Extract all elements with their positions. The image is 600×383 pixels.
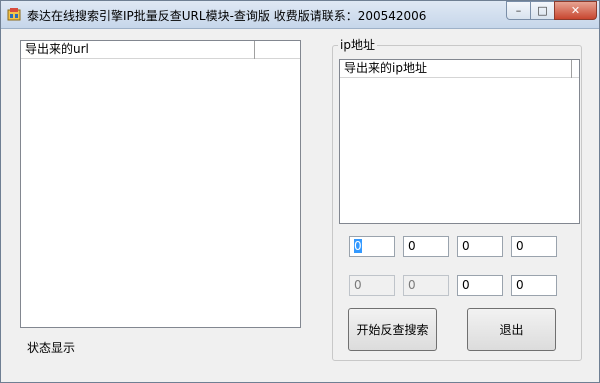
ip-list[interactable]: 导出来的ip地址 — [339, 59, 580, 224]
minimize-icon: – — [515, 4, 522, 17]
ip-column-filler — [572, 60, 579, 78]
maximize-icon: □ — [537, 4, 548, 17]
end-ip-octet-3[interactable]: 0 — [457, 275, 503, 296]
end-ip-octet-1: 0 — [349, 275, 395, 296]
title-bar[interactable]: 泰达在线搜索引擎IP批量反查URL模块-查询版 收费版请联系：200542006… — [1, 1, 599, 29]
ip-group-label: ip地址 — [338, 38, 377, 52]
ip-list-header: 导出来的ip地址 — [340, 60, 579, 78]
url-list[interactable]: 导出来的url — [20, 40, 301, 328]
close-icon: ✕ — [570, 4, 581, 17]
app-icon — [7, 8, 21, 21]
app-window: 泰达在线搜索引擎IP批量反查URL模块-查询版 收费版请联系：200542006… — [0, 0, 600, 383]
window-title: 泰达在线搜索引擎IP批量反查URL模块-查询版 收费版请联系：200542006 — [27, 9, 427, 23]
start-ip-octet-3[interactable]: 0 — [457, 236, 503, 257]
start-search-button[interactable]: 开始反查搜索 — [348, 308, 437, 351]
end-ip-octet-4[interactable]: 0 — [511, 275, 557, 296]
url-list-header: 导出来的url — [21, 41, 300, 59]
url-column-header[interactable]: 导出来的url — [21, 41, 255, 59]
start-ip-octet-2[interactable]: 0 — [403, 236, 449, 257]
start-ip-octet-4[interactable]: 0 — [511, 236, 557, 257]
ip-column-header[interactable]: 导出来的ip地址 — [340, 60, 572, 78]
end-ip-octet-2: 0 — [403, 275, 449, 296]
status-text: 状态显示 — [27, 341, 76, 355]
start-ip-octet-1[interactable]: 0 — [349, 236, 395, 257]
url-column-filler — [255, 41, 300, 59]
exit-button[interactable]: 退出 — [467, 308, 556, 351]
maximize-button[interactable]: □ — [530, 1, 555, 20]
minimize-button[interactable]: – — [506, 1, 531, 20]
close-button[interactable]: ✕ — [554, 1, 597, 20]
